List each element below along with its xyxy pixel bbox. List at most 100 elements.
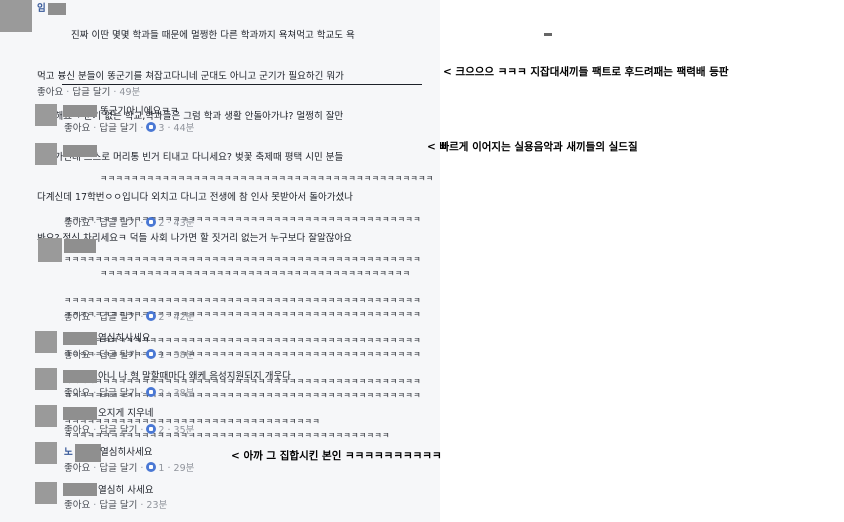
- reply-actions: 좋아요 · 답글 달기 · 1 · 29분: [64, 462, 194, 476]
- comment-actions: 좋아요 · 답글 달기 · 49분: [37, 86, 140, 100]
- timestamp[interactable]: 49분: [119, 86, 140, 100]
- timestamp[interactable]: 42분: [174, 311, 195, 325]
- reply-button[interactable]: 답글 달기: [99, 217, 137, 231]
- like-button[interactable]: 좋아요: [64, 462, 90, 476]
- separator: ·: [93, 500, 97, 511]
- separator: ·: [140, 218, 144, 229]
- timestamp[interactable]: 29분: [174, 462, 195, 476]
- like-count-icon: [146, 424, 157, 434]
- annotation-text: < 빠르게 이어지는 실용음악과 새끼들의 실드질: [427, 141, 638, 153]
- reply-body: 열심히사세요: [98, 333, 151, 344]
- reply-actions: 좋아요 · 답글 달기 · 3 · 44분: [64, 122, 194, 136]
- separator: ·: [167, 463, 171, 474]
- timestamp[interactable]: 38분: [174, 387, 195, 401]
- reply-button[interactable]: 답글 달기: [99, 462, 137, 476]
- separator: ·: [167, 123, 171, 134]
- reply-actions: 좋아요 · 답글 달기 · 23분: [64, 499, 167, 513]
- reply-actions: 좋아요 · 답글 달기 · 2 · 43분: [64, 217, 194, 231]
- like-button[interactable]: 좋아요: [64, 499, 90, 513]
- avatar[interactable]: [35, 442, 57, 464]
- separator: ·: [167, 350, 171, 361]
- separator: ·: [140, 350, 144, 361]
- reply-actions: 좋아요 · 답글 달기 · 2 · 42분: [64, 311, 194, 325]
- avatar[interactable]: [38, 238, 62, 262]
- separator: ·: [167, 218, 171, 229]
- separator: ·: [167, 312, 171, 323]
- reply-body: 똥군기아니에요ㅋㅋ: [100, 106, 179, 117]
- comment-line: ㅋㅋㅋㅋㅋㅋㅋㅋㅋㅋㅋㅋㅋㅋㅋㅋㅋㅋㅋㅋㅋㅋㅋㅋㅋㅋㅋㅋㅋㅋㅋㅋㅋㅋㅋㅋㅋㅋㅋㅋ…: [100, 174, 434, 183]
- like-count[interactable]: 3: [158, 122, 164, 136]
- separator: ·: [93, 350, 97, 361]
- like-button[interactable]: 좋아요: [64, 424, 90, 438]
- reply-body: 아니 나 형 말할때마다 왜케 음성지원되지 개웃다: [98, 371, 291, 382]
- avatar[interactable]: [35, 143, 57, 165]
- reply-actions: 좋아요 · 답글 달기 · 2 · 35분: [64, 424, 194, 438]
- comment-line: ㅋㅋㅋㅋㅋㅋㅋㅋㅋㅋㅋㅋㅋㅋㅋㅋㅋㅋㅋㅋㅋㅋㅋㅋㅋㅋㅋㅋㅋㅋㅋㅋㅋㅋㅋㅋㅋㅋㅋㅋ: [100, 269, 411, 278]
- annotation-text: < 아까 그 집합시킨 본인 ㅋㅋㅋㅋㅋㅋㅋㅋㅋㅋ: [231, 450, 442, 462]
- reply-button[interactable]: 답글 달기: [72, 86, 110, 100]
- like-count[interactable]: 2: [158, 387, 164, 401]
- reply-button[interactable]: 답글 달기: [99, 424, 137, 438]
- redacted-author-name: [63, 332, 97, 345]
- separator: ·: [140, 312, 144, 323]
- dash-mark: [544, 33, 552, 36]
- author-initial[interactable]: 노: [64, 446, 73, 460]
- timestamp[interactable]: 43분: [174, 217, 195, 231]
- timestamp[interactable]: 35분: [174, 424, 195, 438]
- avatar[interactable]: [35, 405, 57, 427]
- separator: ·: [140, 463, 144, 474]
- separator: ·: [66, 87, 70, 98]
- timestamp[interactable]: 38분: [174, 349, 195, 363]
- separator: ·: [93, 312, 97, 323]
- separator: ·: [93, 388, 97, 399]
- separator: ·: [93, 425, 97, 436]
- timestamp[interactable]: 44분: [174, 122, 195, 136]
- reply-body: 오지게 지우네: [98, 408, 154, 419]
- like-button[interactable]: 좋아요: [64, 349, 90, 363]
- comment-line: 먹고 븅신 분들이 똥군기를 쳐잡고다니네 군대도 아니고 군기가 필요하긴 뭐…: [37, 70, 344, 82]
- like-count-icon: [146, 311, 157, 321]
- comment-line: 진짜 이딴 몇몇 학과들 때문에 멀쩡한 다른 학과까지 욕쳐먹고 학교도 욕: [65, 30, 355, 41]
- like-count[interactable]: 2: [158, 311, 164, 325]
- like-count-icon: [146, 217, 157, 227]
- like-count[interactable]: 2: [158, 424, 164, 438]
- like-count-icon: [146, 387, 157, 397]
- separator: ·: [140, 425, 144, 436]
- like-count[interactable]: 1: [158, 462, 164, 476]
- timestamp[interactable]: 23분: [146, 499, 167, 513]
- separator: ·: [93, 218, 97, 229]
- annotation-text: < 크으으으 ㅋㅋㅋ 지잡대새끼들 팩트로 후드려패는 팩력배 등판: [443, 66, 729, 78]
- like-button[interactable]: 좋아요: [37, 86, 63, 100]
- like-count-icon: [146, 349, 157, 359]
- reply-button[interactable]: 답글 달기: [99, 499, 137, 513]
- avatar[interactable]: [35, 368, 57, 390]
- reply-button[interactable]: 답글 달기: [99, 387, 137, 401]
- reply-button[interactable]: 답글 달기: [99, 122, 137, 136]
- like-count[interactable]: 1: [158, 349, 164, 363]
- reply-button[interactable]: 답글 달기: [99, 349, 137, 363]
- separator: ·: [140, 500, 144, 511]
- like-count[interactable]: 2: [158, 217, 164, 231]
- like-button[interactable]: 좋아요: [64, 217, 90, 231]
- like-count-icon: [146, 462, 157, 472]
- reply-body: 열심히사세요: [100, 447, 153, 458]
- reply-button[interactable]: 답글 달기: [99, 311, 137, 325]
- like-button[interactable]: 좋아요: [64, 387, 90, 401]
- separator: ·: [93, 463, 97, 474]
- redacted-author-name: [63, 407, 97, 420]
- like-button[interactable]: 좋아요: [64, 311, 90, 325]
- avatar[interactable]: [35, 331, 57, 353]
- highlight-underline: [62, 84, 422, 85]
- redacted-author-name: [63, 105, 97, 117]
- like-count-icon: [146, 122, 157, 132]
- avatar[interactable]: [0, 0, 32, 32]
- separator: ·: [140, 388, 144, 399]
- redacted-author-name: [63, 483, 97, 496]
- avatar[interactable]: [35, 104, 57, 126]
- like-button[interactable]: 좋아요: [64, 122, 90, 136]
- reply-actions: 좋아요 · 답글 달기 · 1 · 38분: [64, 349, 194, 363]
- separator: ·: [140, 123, 144, 134]
- avatar[interactable]: [35, 482, 57, 504]
- separator: ·: [167, 425, 171, 436]
- separator: ·: [167, 388, 171, 399]
